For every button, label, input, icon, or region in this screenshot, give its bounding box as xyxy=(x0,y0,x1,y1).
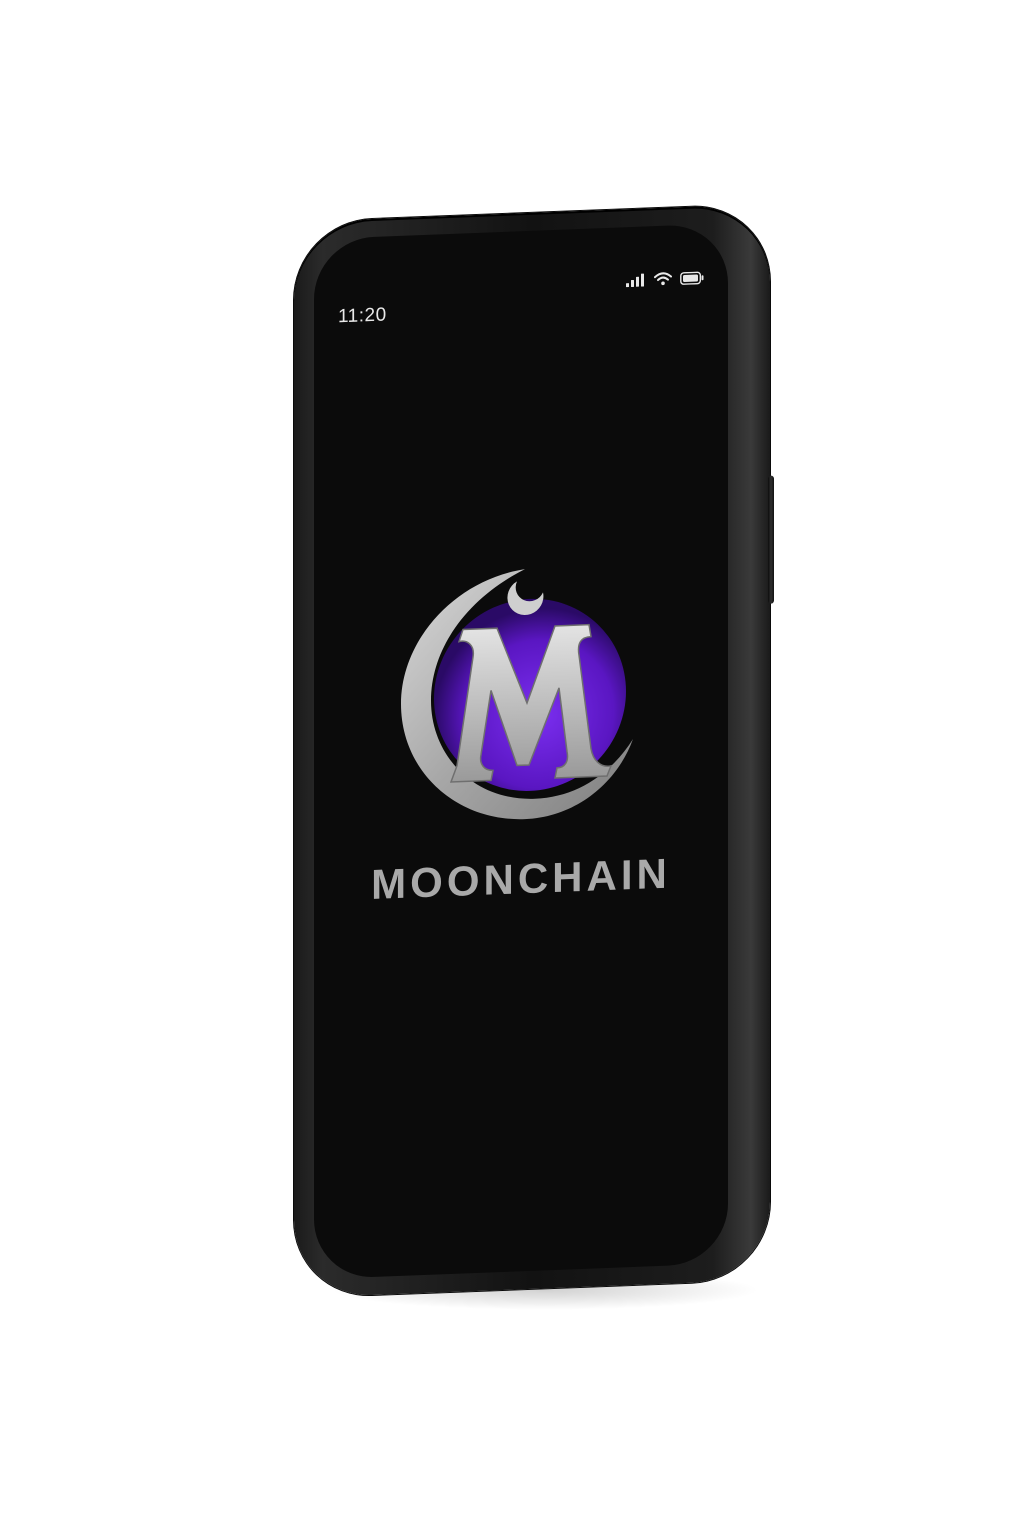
status-time: 11:20 xyxy=(338,304,387,328)
side-button xyxy=(768,475,774,604)
phone-screen[interactable]: 11:20 MOONCHAIN xyxy=(314,223,728,1280)
cellular-signal-icon xyxy=(626,273,644,288)
wifi-icon xyxy=(654,272,672,286)
moonchain-crescent-m-logo xyxy=(401,569,633,820)
battery-icon xyxy=(680,271,704,285)
status-icons xyxy=(626,270,704,288)
phone-device: 11:20 MOONCHAIN xyxy=(294,203,774,1299)
moonchain-logo xyxy=(385,552,651,828)
mockup-scene: 11:20 MOONCHAIN xyxy=(0,0,1024,1536)
brand-name: MOONCHAIN xyxy=(371,849,671,909)
